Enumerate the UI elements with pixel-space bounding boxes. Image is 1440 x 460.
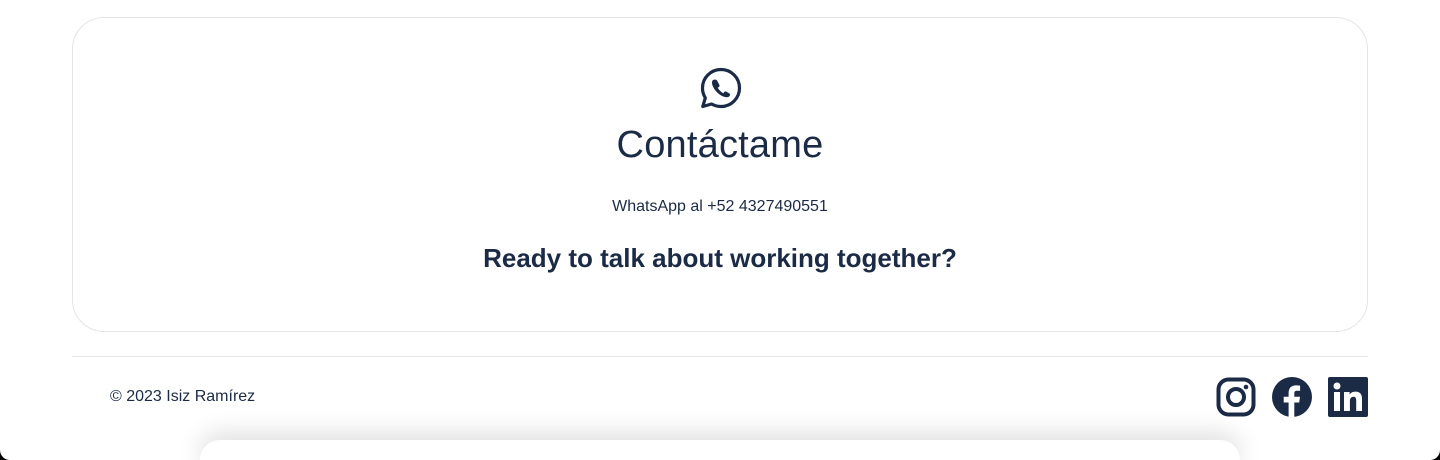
whatsapp-phone-text: WhatsApp al +52 4327490551 (612, 198, 828, 215)
instagram-link[interactable] (1216, 377, 1256, 417)
whatsapp-icon (699, 66, 743, 110)
contact-title: Contáctame (616, 124, 824, 166)
footer-divider (72, 356, 1368, 357)
bottom-panel-edge (200, 440, 1240, 460)
page: Contáctame WhatsApp al +52 4327490551 Re… (0, 0, 1440, 460)
linkedin-icon (1328, 377, 1368, 417)
contact-card: Contáctame WhatsApp al +52 4327490551 Re… (72, 17, 1368, 332)
contact-cta-heading: Ready to talk about working together? (483, 243, 957, 273)
instagram-icon (1216, 377, 1256, 417)
linkedin-link[interactable] (1328, 377, 1368, 417)
facebook-link[interactable] (1272, 377, 1312, 417)
copyright-text: © 2023 Isiz Ramírez (110, 388, 256, 405)
facebook-icon (1272, 377, 1312, 417)
